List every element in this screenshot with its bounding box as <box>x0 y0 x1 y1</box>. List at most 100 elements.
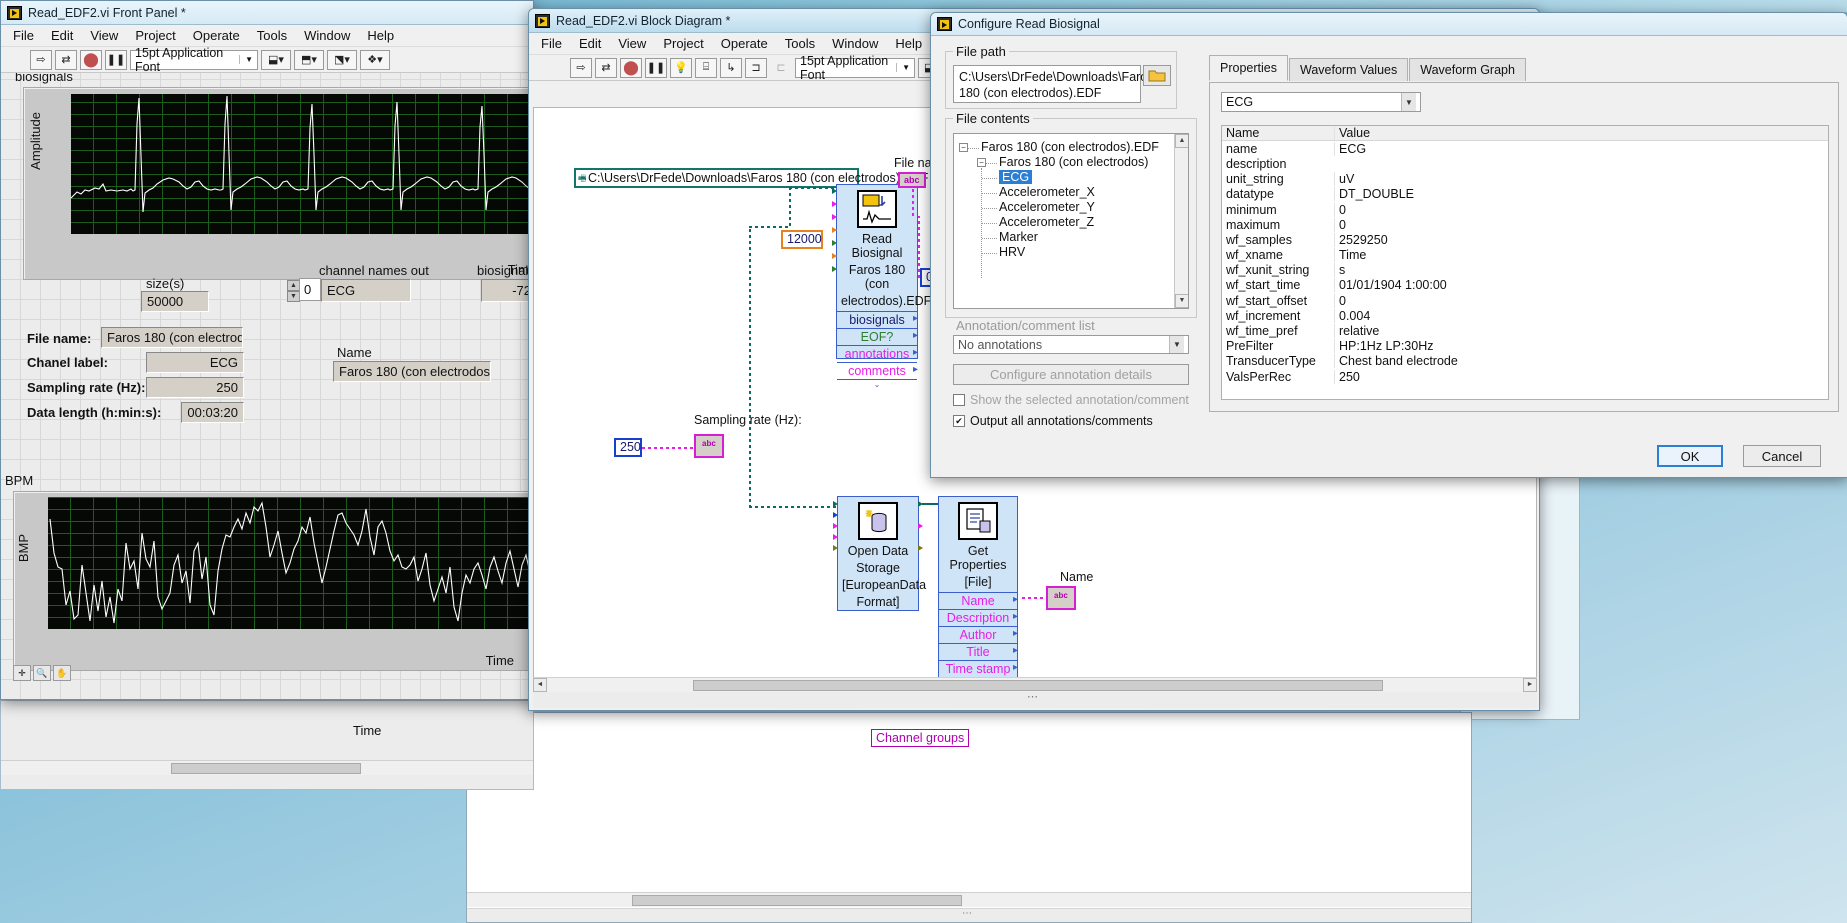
step-into-icon[interactable]: ↳ <box>720 57 742 78</box>
bd-menu-file[interactable]: File <box>533 34 570 53</box>
menu-tools[interactable]: Tools <box>249 26 295 45</box>
table-row[interactable]: wf_samples 2529250 <box>1222 232 1828 247</box>
bd-run-continuously-icon[interactable]: ⇄ <box>595 57 617 78</box>
sampling-rate-constant[interactable]: 250 <box>614 438 642 457</box>
getprops-terminal-title[interactable]: Title <box>939 643 1018 660</box>
file-contents-tree[interactable]: − Faros 180 (con electrodos).EDF − Faros… <box>953 133 1189 309</box>
table-row[interactable]: maximum 0 <box>1222 217 1828 232</box>
dialog-titlebar[interactable]: Configure Read Biosignal <box>931 13 1847 36</box>
cursor-tool-icon[interactable]: ✛ <box>13 665 31 681</box>
configure-read-biosignal-dialog[interactable]: Configure Read Biosignal File path C:\Us… <box>930 12 1847 478</box>
fp-bottom-hscroll-thumb[interactable] <box>171 763 361 774</box>
tree-expander-group-icon[interactable]: − <box>977 158 986 167</box>
menu-file[interactable]: File <box>5 26 42 45</box>
property-table[interactable]: Name Value name ECG description unit_stri… <box>1221 125 1829 400</box>
reorder-icon[interactable]: ❖▾ <box>360 49 390 70</box>
numeric-constant-12000[interactable]: 12000 <box>781 230 823 249</box>
bd-pause-icon[interactable]: ❚❚ <box>645 57 667 78</box>
menu-project[interactable]: Project <box>127 26 183 45</box>
table-row[interactable]: wf_xname Time <box>1222 248 1828 263</box>
menu-view[interactable]: View <box>82 26 126 45</box>
fp-bottom-hscrollbar[interactable] <box>1 760 533 775</box>
bd-run-arrow-icon[interactable]: ⇨ <box>570 57 592 78</box>
align-objects-icon[interactable]: ⬓▾ <box>261 49 291 70</box>
run-continuously-icon[interactable]: ⇄ <box>55 49 77 70</box>
tree-item-marker[interactable]: Marker <box>999 230 1038 244</box>
graph-palette[interactable]: ✛ 🔍 ✋ <box>13 665 71 681</box>
bd-scroll-right-icon[interactable]: ► <box>1523 678 1537 692</box>
bd-abort-icon[interactable]: ⬤ <box>620 57 642 78</box>
step-out-icon[interactable]: ⊏ <box>770 58 792 78</box>
front-panel-titlebar[interactable]: Read_EDF2.vi Front Panel * <box>1 1 533 25</box>
ok-button[interactable]: OK <box>1657 445 1723 467</box>
table-row[interactable]: datatype DT_DOUBLE <box>1222 187 1828 202</box>
table-row[interactable]: wf_increment 0.004 <box>1222 308 1828 323</box>
pan-tool-icon[interactable]: ✋ <box>53 665 71 681</box>
bpm-plot-area[interactable]: 85 80 75 70 65 60 55 0 10 20 30 40 50 60… <box>48 497 533 629</box>
tree-item-ecg[interactable]: ECG <box>999 170 1033 184</box>
cancel-button[interactable]: Cancel <box>1743 445 1821 467</box>
pause-icon[interactable]: ❚❚ <box>105 49 127 70</box>
bd-menu-help[interactable]: Help <box>887 34 930 53</box>
bd-menu-tools[interactable]: Tools <box>777 34 823 53</box>
table-row[interactable]: TransducerType Chest band electrode <box>1222 354 1828 369</box>
tab-properties[interactable]: Properties <box>1209 55 1288 81</box>
table-row[interactable]: ValsPerRec 250 <box>1222 369 1828 384</box>
tree-item-accelerometer-x[interactable]: Accelerometer_X <box>999 185 1095 199</box>
table-row[interactable]: minimum 0 <box>1222 202 1828 217</box>
bd-menu-operate[interactable]: Operate <box>713 34 776 53</box>
table-row[interactable]: wf_time_pref relative <box>1222 323 1828 339</box>
open-data-storage-node[interactable]: Open Data Storage [EuropeanData Format] <box>837 496 926 611</box>
name-abc-indicator[interactable]: abc <box>1046 586 1076 610</box>
terminal-annotations[interactable]: annotations <box>837 345 918 362</box>
distribute-objects-icon[interactable]: ⬒▾ <box>294 49 324 70</box>
getprops-terminal-author[interactable]: Author <box>939 626 1018 643</box>
tree-item-hrv[interactable]: HRV <box>999 245 1025 259</box>
output-all-annotations-checkbox[interactable]: ✔ Output all annotations/comments <box>953 414 1153 428</box>
menu-help[interactable]: Help <box>359 26 402 45</box>
channel-index-value[interactable]: 0 <box>299 278 321 301</box>
tree-vscrollbar[interactable]: ▲ ▼ <box>1174 134 1188 308</box>
table-row[interactable]: unit_string uV <box>1222 172 1828 187</box>
front-panel-toolbar[interactable]: ⇨ ⇄ ⬤ ❚❚ 15pt Application Font ▼ ⬓▾ ⬒▾ ⬔▾… <box>1 46 533 74</box>
retain-wire-values-icon[interactable]: ⌸ <box>695 57 717 78</box>
channel-selector-dropdown-icon[interactable]: ▼ <box>1401 93 1416 111</box>
annotation-list-combo[interactable]: No annotations ▼ <box>953 335 1189 354</box>
bd-menu-project[interactable]: Project <box>655 34 711 53</box>
tree-expander-root-icon[interactable]: − <box>959 143 968 152</box>
front-panel-canvas[interactable]: biosignals 2500 2000 1500 1000 500 0 -50… <box>1 73 533 699</box>
getprops-terminal-name[interactable]: Name <box>939 592 1018 609</box>
front-panel-menubar[interactable]: File Edit View Project Operate Tools Win… <box>1 25 533 47</box>
show-annotation-checkbox[interactable]: Show the selected annotation/comment <box>953 393 1189 407</box>
tree-item-accelerometer-y[interactable]: Accelerometer_Y <box>999 200 1095 214</box>
table-row[interactable]: wf_start_time 01/01/1904 1:00:00 <box>1222 278 1828 293</box>
tree-scroll-down-icon[interactable]: ▼ <box>1175 294 1188 308</box>
bd-menu-window[interactable]: Window <box>824 34 886 53</box>
tree-scroll-up-icon[interactable]: ▲ <box>1175 134 1188 148</box>
table-row[interactable]: description <box>1222 156 1828 171</box>
file-path-field[interactable]: C:\Users\DrFede\Downloads\Faros 180 (con… <box>953 65 1154 103</box>
tree-item-group[interactable]: Faros 180 (con electrodos) <box>999 155 1148 169</box>
bgwin-hscroll-thumb[interactable] <box>632 895 962 906</box>
tree-item-root[interactable]: Faros 180 (con electrodos).EDF <box>981 140 1159 154</box>
table-row[interactable]: name ECG <box>1222 141 1828 156</box>
channel-selector-combo[interactable]: ECG ▼ <box>1221 92 1421 112</box>
biosignals-graph[interactable]: 2500 2000 1500 1000 500 0 -500 -1000 -00… <box>23 87 533 280</box>
get-properties-node[interactable]: Get Properties [File] Name Description A… <box>938 496 1018 692</box>
browse-folder-button[interactable] <box>1143 65 1171 86</box>
abort-execution-icon[interactable]: ⬤ <box>80 49 102 70</box>
terminal-comments[interactable]: comments <box>837 362 918 379</box>
table-row[interactable]: wf_start_offset 0 <box>1222 293 1828 308</box>
table-row[interactable]: wf_xunit_string s <box>1222 263 1828 278</box>
bpm-graph[interactable]: 85 80 75 70 65 60 55 0 10 20 30 40 50 60… <box>13 491 533 671</box>
dialog-tabstrip[interactable]: Properties Waveform Values Waveform Grap… <box>1209 55 1526 81</box>
read-biosignal-node[interactable]: Read Biosignal Faros 180 (con electrodos… <box>836 184 931 389</box>
resize-objects-icon[interactable]: ⬔▾ <box>327 49 357 70</box>
file-path-constant[interactable]: C:\Users\DrFede\Downloads\Faros 180 (con… <box>574 168 928 188</box>
getprops-terminal-timestamp[interactable]: Time stamp <box>939 660 1018 677</box>
tab-waveform-graph[interactable]: Waveform Graph <box>1409 58 1526 81</box>
sampling-rate-abc-indicator[interactable]: abc <box>694 434 724 458</box>
bgwin-hscrollbar[interactable] <box>467 892 1471 907</box>
menu-window[interactable]: Window <box>296 26 358 45</box>
node-expand-chevron-icon[interactable]: ⌄ <box>837 379 917 389</box>
